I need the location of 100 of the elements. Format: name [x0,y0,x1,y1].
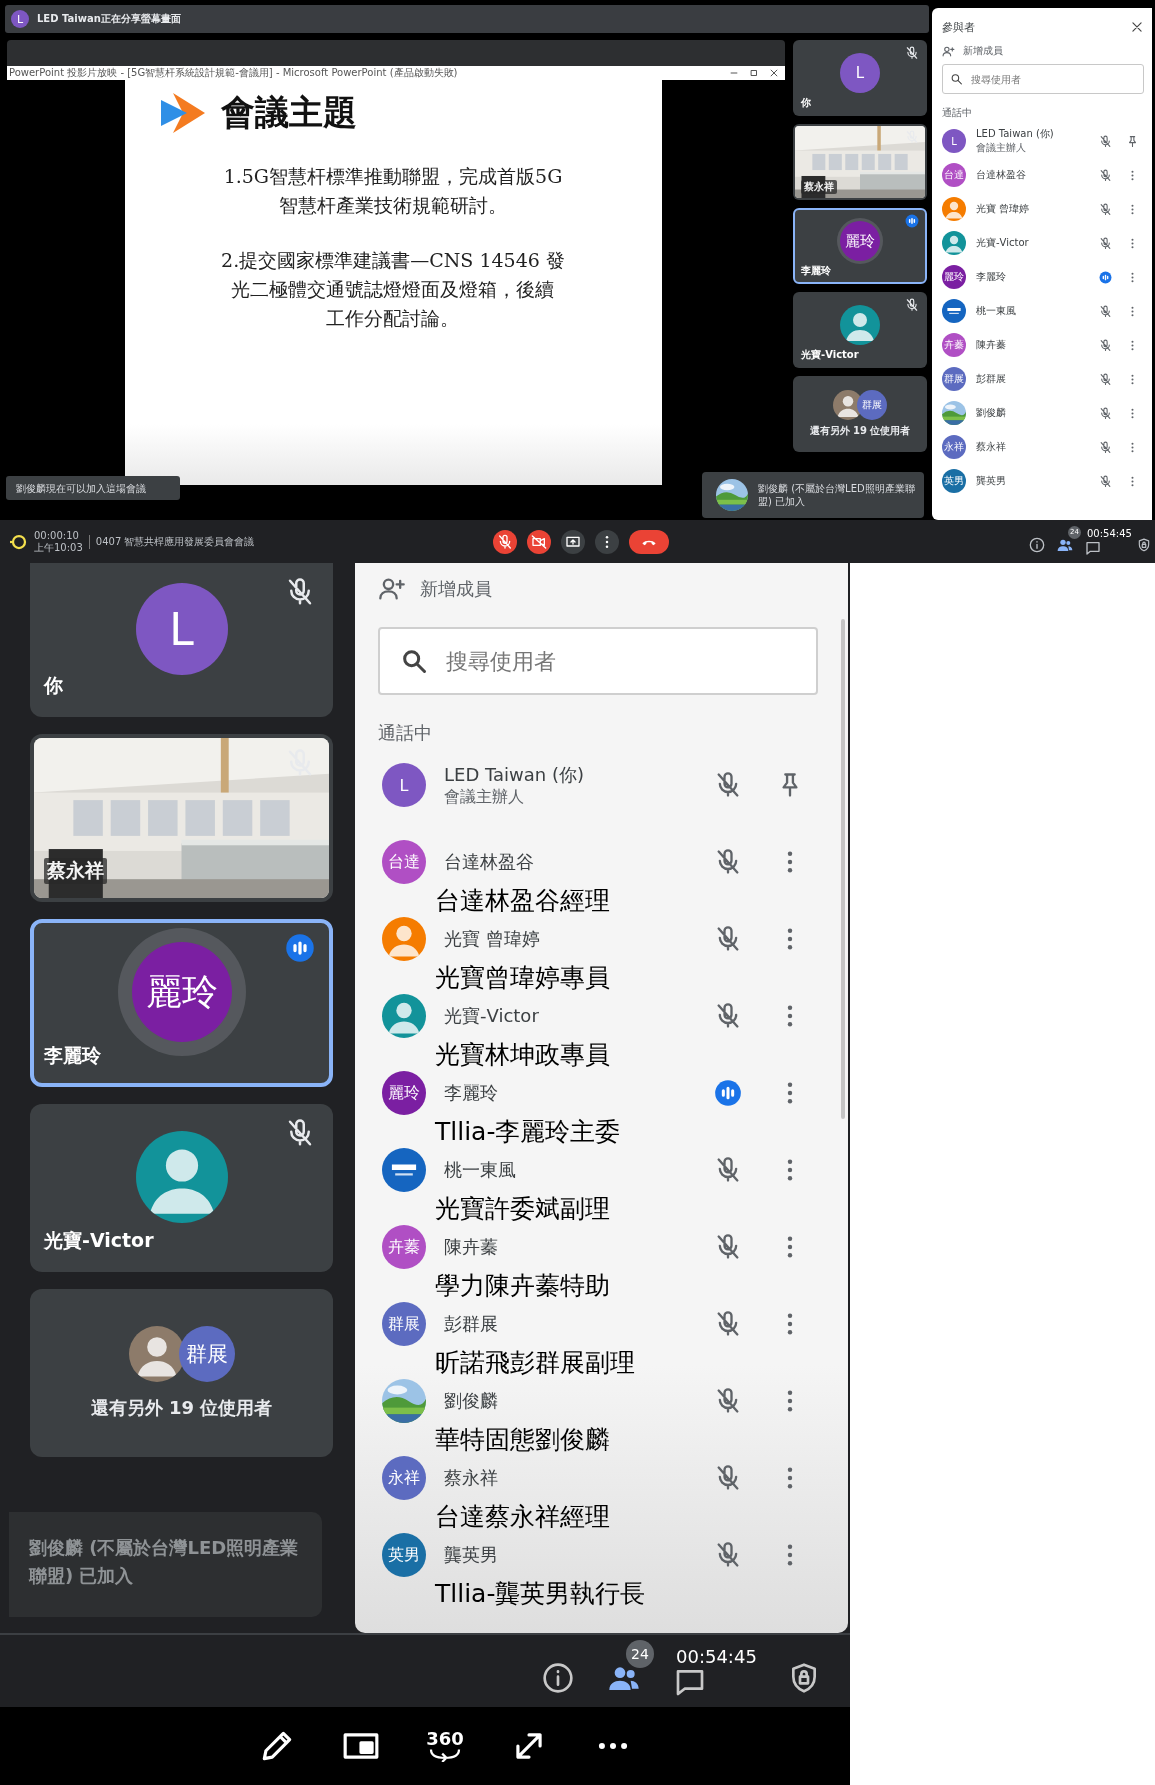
avatar: 群展 [857,390,887,420]
annotation-text: Tllia-李麗玲主委 [434,1116,622,1148]
section-label: 通話中 [942,106,973,120]
avatar: 麗玲 [131,942,232,1042]
annotation-text: 台達林盈谷經理 [434,885,611,917]
participant-name: 桃一東風 [444,1158,517,1182]
slide-text: 光二極體交通號誌燈燈面及燈箱，後續 [231,277,555,302]
participant-name: 蔡永祥 [44,858,107,884]
host-label: 會議主辦人 [976,141,1027,155]
chat-button[interactable] [1085,539,1101,556]
participant-name: 李麗玲 [976,270,1007,284]
maximize-button[interactable] [749,68,759,78]
avatar: 麗玲 [382,1071,426,1115]
window-title: PowerPoint 投影片放映 - [5G智慧杆系統設計規範-會議用] - Microsoft PowerPoint (產品啟動失敗) [9,66,458,80]
avatar: 群展 [942,367,966,391]
close-button[interactable] [1130,20,1144,34]
participant-name: 彭群展 [976,372,1007,386]
participant-name: 台達林盈谷 [444,850,535,874]
share-status-text: LED Taiwan正在分享螢幕畫面 [37,12,181,26]
slide-text: 2.提交國家標準建議書—CNS 14546 發 [221,248,565,273]
hang-up-button[interactable] [628,529,669,554]
info-button[interactable] [542,1662,574,1694]
panel-title: 參與者 [942,19,975,35]
participant-name: 光寶 曾瑋婷 [976,202,1031,216]
avatar: L [382,763,426,807]
annotation-text: 學力陳卉蓁特助 [434,1270,611,1302]
participant-name: 光寶 曾瑋婷 [444,927,541,951]
add-person-icon [942,44,955,58]
camera-button[interactable] [526,529,551,554]
avatar: 永祥 [942,435,966,459]
slide-text: 智慧杆產業技術規範研討。 [279,193,507,218]
avatar: 麗玲 [942,265,966,289]
participant-name: LED Taiwan (你) [976,127,1055,141]
notification-text: 劉俊麟 (不屬於台灣LED照明產業聯盟) 已加入 [758,482,916,508]
slide-title: 會議主題 [220,91,357,134]
add-member-link[interactable]: 新增成員 [963,44,1003,58]
avatar: L [11,10,29,28]
participant-name: 龔英男 [444,1543,499,1567]
participant-name: 陳卉蓁 [976,338,1007,352]
participant-count-badge: 24 [626,1640,654,1668]
others-caption: 還有另外 19 位使用者 [90,1396,273,1420]
scrollbar[interactable] [841,619,845,1119]
slide-text: 工作分配討論。 [326,306,460,331]
avatar: 群展 [382,1302,426,1346]
participant-name: 蔡永祥 [976,440,1007,454]
shield-icon[interactable] [1137,537,1151,552]
notification-text: 劉俊麟現在可以加入這場會議 [16,481,146,495]
meeting-title: 0407 智慧共桿應用發展委員會會議 [95,534,255,549]
avatar: 台達 [382,840,426,884]
annotation-text: Tllia-龔英男執行長 [434,1578,647,1610]
clock-time: 上午10:03 [34,541,83,554]
participant-name: LED Taiwan (你) [444,762,585,787]
avatar: 群展 [178,1326,235,1382]
annotation-text: 光寶林坤政專員 [434,1039,611,1071]
participant-name: 蔡永祥 [801,180,837,194]
annotation-text: 華特固態劉俊麟 [434,1424,611,1456]
rotate-360-button[interactable]: 360 [426,1730,464,1762]
slide-text: 1.5G智慧杆標準推動聯盟，完成首版5G [223,164,563,189]
section-label: 通話中 [378,721,433,745]
participant-name: 李麗玲 [801,264,831,278]
search-icon [400,647,428,675]
participant-name: 光寶-Victor [801,348,859,362]
speaking-icon [905,214,919,228]
avatar: 英男 [942,469,966,493]
avatar: 台達 [942,163,966,187]
participant-name: 蔡永祥 [444,1466,499,1490]
elapsed-time: 00:54:45 [676,1646,757,1667]
rotate-arrow-icon [427,1748,463,1762]
avatar: 卉蓁 [382,1225,426,1269]
play-arrow-icon [158,91,207,135]
participant-name: 你 [801,96,811,110]
avatar: L [840,53,880,93]
info-button[interactable] [1029,536,1045,553]
participant-name: 光寶-Victor [976,236,1030,250]
notification-text: 劉俊麟 (不屬於台灣LED照明產業聯盟) 已加入 [29,1537,299,1586]
add-member-link[interactable]: 新增成員 [420,577,492,601]
avatar: 麗玲 [840,221,880,261]
host-label: 會議主辦人 [444,786,525,808]
participant-name: 台達林盈谷 [976,168,1027,182]
mic-button[interactable] [492,529,517,554]
participant-name: 劉俊麟 [444,1389,499,1413]
annotation-text: 光寶曾瑋婷專員 [434,962,611,994]
speaking-icon [285,933,315,963]
avatar: 永祥 [382,1456,426,1500]
more-options-button[interactable] [594,529,619,554]
participant-name: 李麗玲 [44,1043,101,1068]
participant-name: 桃一東風 [976,304,1017,318]
others-caption: 還有另外 19 位使用者 [809,424,911,438]
close-button[interactable] [769,68,779,78]
participant-name: 光寶-Victor [44,1228,154,1253]
annotation-text: 台達蔡永祥經理 [434,1501,611,1533]
avatar: L [135,583,228,675]
elapsed-time: 00:54:45 [1087,527,1132,539]
search-field[interactable]: 搜尋使用者 [942,64,1144,94]
present-button[interactable] [560,529,585,554]
cursor-ring-icon [10,532,28,551]
recording-timer: 00:00:10 [34,529,80,542]
participant-name: 劉俊麟 [976,406,1007,420]
search-field[interactable]: 搜尋使用者 [378,627,818,695]
annotation-text: 昕諾飛彭群展副理 [434,1347,636,1379]
